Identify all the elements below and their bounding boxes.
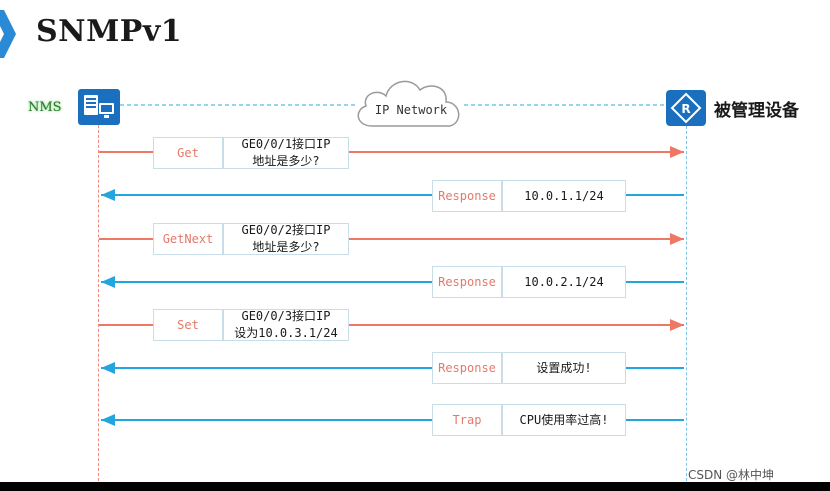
message-arrows	[99, 146, 684, 426]
op-trap-box: Trap	[432, 404, 502, 436]
content-line: 设为10.0.3.1/24	[234, 326, 338, 340]
csdn-watermark: CSDN @林中坤	[688, 468, 775, 482]
content-box: GE0/0/1接口IP 地址是多少?	[223, 137, 349, 169]
content-line: 10.0.2.1/24	[524, 274, 604, 289]
op-label: Get	[177, 146, 199, 160]
content-box: GE0/0/3接口IP 设为10.0.3.1/24	[223, 309, 349, 341]
op-getnext-box: GetNext	[153, 223, 223, 255]
content-box: 10.0.2.1/24	[502, 266, 626, 298]
op-label: Trap	[452, 413, 482, 427]
op-label: Set	[177, 318, 199, 332]
content-box: CPU使用率过高!	[502, 404, 626, 436]
op-response-box: Response	[432, 180, 502, 212]
content-line: 10.0.1.1/24	[524, 188, 604, 203]
content-line: GE0/0/3接口IP	[241, 309, 331, 323]
content-line: 设置成功!	[536, 360, 592, 375]
op-response-box: Response	[432, 352, 502, 384]
content-line: 地址是多少?	[252, 154, 320, 168]
op-label: Response	[438, 189, 496, 203]
op-get-box: Get	[153, 137, 223, 169]
op-response-box: Response	[432, 266, 502, 298]
op-label: Response	[438, 361, 496, 375]
op-set-box: Set	[153, 309, 223, 341]
content-line: 地址是多少?	[252, 240, 320, 254]
content-box: 10.0.1.1/24	[502, 180, 626, 212]
op-label: Response	[438, 275, 496, 289]
content-box: GE0/0/2接口IP 地址是多少?	[223, 223, 349, 255]
bottom-bar	[0, 482, 830, 491]
content-line: GE0/0/2接口IP	[241, 223, 331, 237]
content-line: GE0/0/1接口IP	[241, 137, 331, 151]
content-line: CPU使用率过高!	[519, 412, 609, 427]
op-label: GetNext	[162, 232, 214, 246]
content-box: 设置成功!	[502, 352, 626, 384]
